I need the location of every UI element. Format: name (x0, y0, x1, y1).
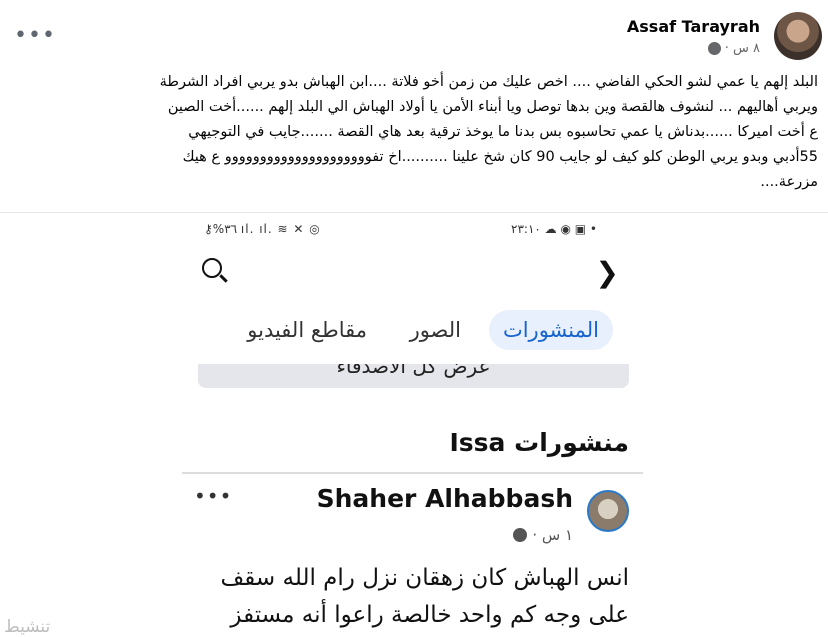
profile-top-bar: ❯ (182, 250, 643, 290)
author-avatar[interactable] (774, 12, 822, 60)
inner-post-time: ١ س · (532, 526, 573, 544)
chevron-right-icon: ❯ (595, 256, 619, 289)
see-all-friends-button: عرض كل الأصدقاء (198, 364, 629, 388)
section-divider (182, 472, 643, 474)
status-bar: ⚷%٣٦ ıl. ıl. ≋ ✕ ◎ ٢٣:١٠ ☁ ◉ ▣ • (182, 220, 643, 242)
inner-post-text: انس الهباش كان زهقان نزل رام الله سقف عل… (196, 560, 629, 634)
inner-text-line: انس الهباش كان زهقان نزل رام الله سقف (220, 565, 629, 591)
inner-more-icon: ••• (194, 484, 233, 508)
see-all-friends-label: عرض كل الأصدقاء (336, 364, 491, 378)
profile-tabs: المنشورات الصور مقاطع الفيديو (182, 310, 643, 354)
status-icons: ⚷%٣٦ ıl. ıl. ≋ ✕ ◎ (204, 222, 321, 236)
attached-screenshot-image[interactable]: ⚷%٣٦ ıl. ıl. ≋ ✕ ◎ ٢٣:١٠ ☁ ◉ ▣ • ❯ المنش… (182, 214, 643, 637)
tab-photos: الصور (409, 318, 461, 342)
divider (0, 212, 828, 213)
post-text-line: مزرعة.... (760, 174, 818, 190)
inner-avatar (587, 490, 629, 532)
activation-watermark: تنشيط (4, 617, 51, 637)
tab-videos: مقاطع الفيديو (247, 318, 367, 342)
post-text-line: 55أدبي وبدو يربي الوطن كلو كيف لو جايب 9… (182, 149, 818, 165)
post-text-line: ويربي أهاليهم ... لنشوف هالقصة وين بدها … (167, 99, 818, 115)
tab-posts: المنشورات (488, 310, 613, 350)
globe-icon (513, 528, 528, 542)
post-meta: ٨ س · (707, 41, 760, 56)
post-text-line: البلد إلهم يا عمي لشو الحكي الفاضي .... … (159, 74, 818, 90)
post-header: ••• Assaf Tarayrah ٨ س · (0, 0, 828, 68)
section-title: منشورات Issa (449, 428, 629, 457)
more-options-button[interactable]: ••• (14, 25, 56, 47)
search-icon (202, 258, 222, 278)
inner-text-line: على وجه كم واحد خالصة راعوا أنه مستفز (230, 602, 629, 628)
globe-icon (707, 42, 721, 55)
inner-post-meta: ١ س · (513, 526, 573, 544)
inner-post-author: Shaher Alhabbash (316, 484, 573, 513)
post-text-line: ع أخت اميركا ......بدناش يا عمي تحاسبوه … (188, 124, 818, 140)
status-clock: ٢٣:١٠ ☁ ◉ ▣ • (511, 222, 597, 236)
author-name[interactable]: Assaf Tarayrah (627, 17, 760, 36)
post-time[interactable]: ٨ س · (725, 41, 760, 56)
post-text: البلد إلهم يا عمي لشو الحكي الفاضي .... … (10, 70, 818, 195)
